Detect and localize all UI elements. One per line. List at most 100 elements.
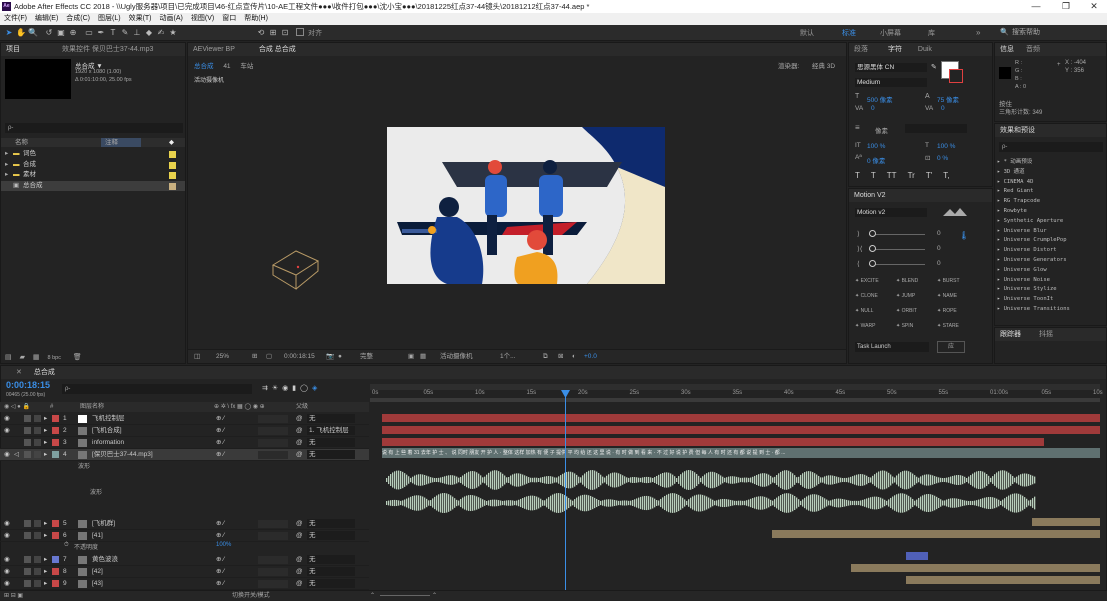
expand-arrow-icon[interactable]: ▸	[997, 179, 1004, 185]
motion-slider-2[interactable]	[869, 249, 925, 250]
layer-label-color[interactable]	[52, 556, 59, 563]
label-color-swatch[interactable]	[169, 161, 176, 169]
motion-version-dropdown[interactable]: Motion v2	[855, 208, 927, 217]
layer-switches[interactable]: ⊕ ⁄	[216, 530, 224, 541]
always-preview-icon[interactable]: ◫	[194, 350, 200, 364]
project-item[interactable]: ▣ 总合成	[1, 180, 185, 191]
lock-toggle[interactable]	[34, 568, 41, 575]
camera-wireframe[interactable]	[268, 243, 328, 293]
visibility-eye-icon[interactable]: ◉	[4, 530, 10, 541]
layer-name[interactable]: [飞机群]	[92, 518, 115, 529]
pan-behind-tool-icon[interactable]: ⊕	[68, 27, 78, 38]
effect-category[interactable]: ▸ Universe Glow	[997, 266, 1105, 276]
motion-button[interactable]: ✦ BLEND	[896, 278, 918, 284]
layer-mode-boxes[interactable]	[258, 451, 288, 459]
parent-dropdown[interactable]: 无	[307, 567, 355, 576]
parent-dropdown[interactable]: 无	[307, 579, 355, 588]
label-color-swatch[interactable]	[169, 172, 176, 179]
layer-bar-6[interactable]	[772, 530, 1100, 538]
label-color-swatch[interactable]	[169, 182, 176, 190]
layer-name[interactable]: [飞机合成]	[92, 425, 122, 436]
solo-toggle[interactable]	[24, 532, 31, 539]
visibility-eye-icon[interactable]: ◉	[4, 554, 10, 565]
trash-icon[interactable]: 🗑	[73, 354, 82, 361]
parent-pickwhip-icon[interactable]: @	[296, 566, 303, 577]
effect-category[interactable]: ▸ Universe Blur	[997, 227, 1105, 237]
layer-bar-5[interactable]	[1032, 518, 1100, 526]
text-style-button[interactable]: Tr	[908, 171, 915, 180]
layer-label-color[interactable]	[52, 415, 59, 422]
tab-wiggler[interactable]: 抖摇	[1034, 328, 1058, 341]
expand-arrow-icon[interactable]: ▸	[997, 247, 1004, 253]
table-row[interactable]: ◉ ▸ 9 [43] ⊕ ⁄ @ 无	[0, 578, 369, 590]
expand-arrow-icon[interactable]: ▸	[997, 169, 1004, 175]
layer-switches[interactable]: ⊕ ⁄	[216, 425, 224, 436]
expand-arrow-icon[interactable]: ▸	[44, 518, 47, 529]
expand-arrow-icon[interactable]: ▸	[44, 413, 47, 424]
effect-category[interactable]: ▸ Universe Noise	[997, 276, 1105, 286]
effect-category[interactable]: ▸ CINEMA 4D	[997, 178, 1105, 188]
expand-arrow-icon[interactable]: ▸	[5, 149, 8, 160]
expand-arrow-icon[interactable]: ▸	[997, 198, 1004, 204]
hscale-value[interactable]: 100 %	[937, 143, 955, 150]
parent-pickwhip-icon[interactable]: @	[296, 518, 303, 529]
motion-blur-icon[interactable]: ◯	[300, 385, 312, 392]
header-layer-name[interactable]: 图层名称	[80, 402, 104, 412]
effect-category[interactable]: ▸ Red Giant	[997, 187, 1105, 197]
motion-knob-3[interactable]	[869, 260, 876, 267]
comp-mini-flowchart-icon[interactable]: ⇉	[262, 385, 272, 392]
layer-name[interactable]: [保贝巴士37-44.mp3]	[92, 449, 153, 460]
tab-duik[interactable]: Duik	[913, 43, 937, 56]
layer-label-color[interactable]	[52, 439, 59, 446]
text-tool-icon[interactable]: T	[108, 27, 118, 38]
layer-label-color[interactable]	[52, 532, 59, 539]
tab-composition[interactable]: 合成 总合成	[254, 43, 301, 56]
layer-name[interactable]: 飞机控制层	[92, 413, 125, 424]
layer-name[interactable]: [42]	[92, 566, 103, 577]
menu-item[interactable]: 视图(V)	[187, 13, 218, 25]
workspace-small-screen[interactable]: 小屏幕	[880, 28, 901, 38]
expand-arrow-icon[interactable]: ▸	[44, 437, 47, 448]
motion-button[interactable]: ✦ ROPE	[937, 308, 957, 314]
motion-button[interactable]: ✦ JUMP	[896, 293, 915, 299]
expand-arrow-icon[interactable]: ▸	[44, 425, 47, 436]
menu-item[interactable]: 图层(L)	[94, 13, 125, 25]
layer-name[interactable]: [43]	[92, 578, 103, 589]
expand-arrow-icon[interactable]: ▸	[997, 188, 1004, 194]
effect-category[interactable]: ▸ * 动画预设	[997, 158, 1105, 168]
expand-arrow-icon[interactable]: ▸	[997, 296, 1004, 302]
axis-view-icon[interactable]: ⊡	[280, 27, 290, 38]
lock-toggle[interactable]	[34, 520, 41, 527]
parent-dropdown[interactable]: 1. 飞机控制层	[307, 426, 355, 435]
menu-item[interactable]: 窗口	[218, 13, 240, 25]
parent-pickwhip-icon[interactable]: @	[296, 413, 303, 424]
layer-mode-boxes[interactable]	[258, 580, 288, 588]
zoom-tool-icon[interactable]: 🔍	[28, 27, 38, 38]
expand-arrow-icon[interactable]: ▸	[5, 160, 8, 171]
safe-zone-icon[interactable]: ⊞	[252, 350, 257, 364]
expand-arrow-icon[interactable]: ▸	[997, 267, 1004, 273]
layer-mode-boxes[interactable]	[258, 556, 288, 564]
effect-category[interactable]: ▸ Universe Stylize	[997, 285, 1105, 295]
view-camera-dropdown[interactable]: 活动摄像机	[440, 350, 473, 364]
exposure-value[interactable]: +0.0	[584, 350, 597, 364]
layer-bar-3[interactable]	[382, 438, 1044, 446]
transparency-grid-icon[interactable]: ▦	[420, 350, 426, 364]
table-row[interactable]: ▸ 3 information ⊕ ⁄ @ 无	[0, 437, 369, 449]
expand-arrow-icon[interactable]: ▸	[44, 554, 47, 565]
font-family-dropdown[interactable]: 思源黑体 CN	[855, 63, 927, 72]
text-style-button[interactable]: T	[871, 171, 876, 180]
solo-toggle[interactable]	[24, 451, 31, 458]
expand-arrow-icon[interactable]: ▸	[997, 237, 1004, 243]
header-name[interactable]: 名称	[15, 138, 28, 147]
hand-tool-icon[interactable]: ✋	[16, 27, 26, 38]
expand-arrow-icon[interactable]: ▸	[5, 170, 8, 181]
effect-category[interactable]: ▸ Universe Distort	[997, 246, 1105, 256]
table-row[interactable]: ◉ ▸ 1 飞机控制层 ⊕ ⁄ @ 无	[0, 413, 369, 425]
layer-name[interactable]: 黄色波浪	[92, 554, 118, 565]
mask-visibility-icon[interactable]: ▢	[266, 350, 272, 364]
motion-button[interactable]: ✦ NULL	[855, 308, 873, 314]
font-style-dropdown[interactable]: Medium	[855, 78, 927, 87]
expand-arrow-icon[interactable]: ▸	[44, 578, 47, 589]
layer-switches[interactable]: ⊕ ⁄	[216, 554, 224, 565]
